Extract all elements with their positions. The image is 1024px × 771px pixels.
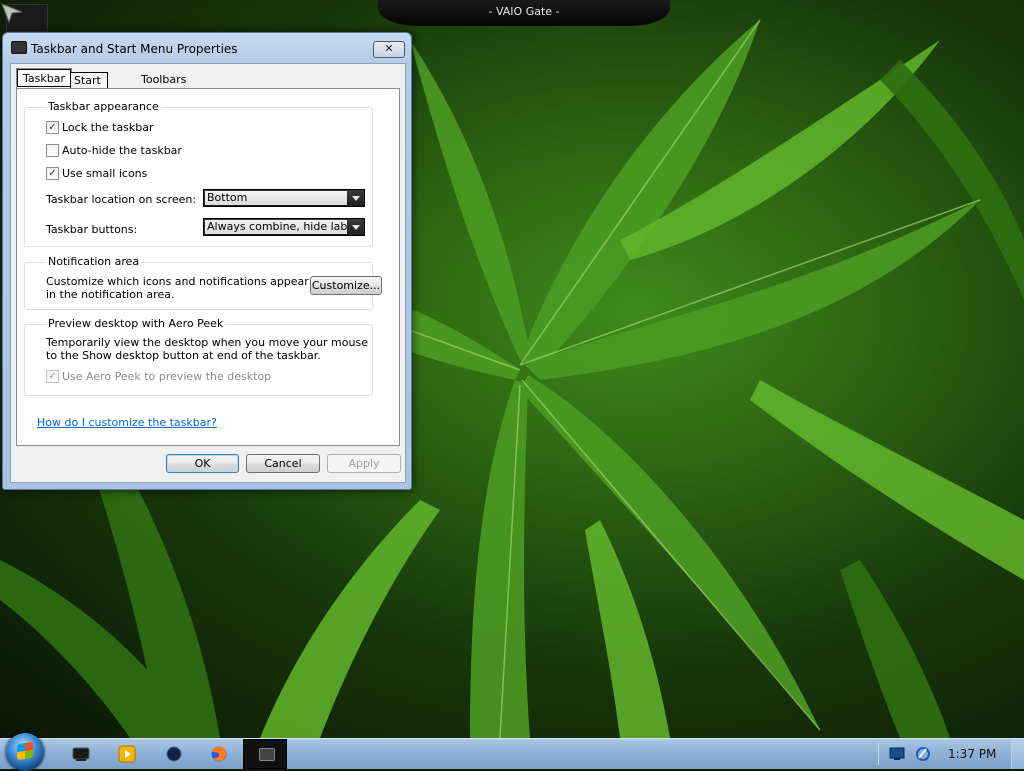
tab-taskbar[interactable]: Taskbar <box>16 68 72 88</box>
tray-separator <box>878 743 879 765</box>
taskbar-properties-dialog: Taskbar and Start Menu Properties ✕ Task… <box>2 32 412 490</box>
clock[interactable]: 1:37 PM <box>948 747 996 761</box>
taskbar-buttons-label: Taskbar buttons: <box>46 223 138 236</box>
chevron-down-icon <box>352 196 360 201</box>
show-desktop-button[interactable] <box>1011 739 1024 769</box>
taskbar-buttons-select[interactable]: Always combine, hide labels <box>203 218 365 236</box>
tab-toolbars[interactable]: Toolbars <box>138 72 189 87</box>
taskbar-location-value: Bottom <box>205 191 347 205</box>
cancel-button[interactable]: Cancel <box>246 454 320 473</box>
aero-peek-heading: Preview desktop with Aero Peek <box>46 317 226 330</box>
dialog-titlebar[interactable]: Taskbar and Start Menu Properties ✕ <box>3 33 411 61</box>
customize-button[interactable]: Customize... <box>310 276 382 295</box>
small-icons-label: Use small icons <box>62 167 148 180</box>
cancel-button-label: Cancel <box>264 457 302 470</box>
taskbar-location-select[interactable]: Bottom <box>203 189 365 207</box>
media-player-icon[interactable] <box>116 744 138 764</box>
circle-app-icon[interactable] <box>163 744 185 764</box>
start-button[interactable] <box>6 733 44 771</box>
notification-area-heading: Notification area <box>46 255 142 268</box>
close-icon: ✕ <box>384 42 394 55</box>
ok-button[interactable]: OK <box>166 454 239 473</box>
display-icon[interactable] <box>888 746 906 762</box>
dialog-title: Taskbar and Start Menu Properties <box>31 42 238 56</box>
taskbar-window-icon <box>11 41 27 54</box>
aero-peek-checkmark-icon: ✓ <box>46 370 59 383</box>
taskbar-window-icon <box>259 748 275 761</box>
vaio-gate-title: - VAIO Gate - <box>488 5 560 18</box>
taskbar-tab-panel: Taskbar appearance Taskbar appearance ✓ … <box>16 88 400 446</box>
terminal-icon[interactable] <box>70 744 92 764</box>
customize-button-label: Customize... <box>311 279 381 292</box>
apply-button[interactable]: Apply <box>327 454 401 473</box>
notification-area-description: Customize which icons and notifications … <box>46 275 309 301</box>
network-icon[interactable] <box>914 745 932 763</box>
vaio-gate-bar[interactable]: - VAIO Gate - <box>378 0 670 26</box>
apply-button-label: Apply <box>348 457 380 470</box>
aero-peek-description: Temporarily view the desktop when you mo… <box>46 336 368 362</box>
autohide-checkbox-box <box>46 144 59 157</box>
location-label: Taskbar location on screen: <box>46 193 197 206</box>
firefox-icon[interactable] <box>208 744 230 764</box>
tab-taskbar-label: Taskbar <box>23 72 65 85</box>
taskbar-appearance-heading-text: Taskbar appearance <box>46 100 161 113</box>
cursor-icon <box>1 3 23 24</box>
ok-button-label: OK <box>194 457 211 470</box>
lock-taskbar-checkmark-icon: ✓ <box>46 121 59 134</box>
close-button[interactable]: ✕ <box>373 41 405 58</box>
tab-start-menu[interactable]: Start Menu <box>70 72 109 102</box>
autohide-taskbar-label: Auto-hide the taskbar <box>62 144 182 157</box>
taskbar: 1:37 PM <box>0 733 1024 771</box>
tab-toolbars-label: Toolbars <box>141 73 187 86</box>
chevron-down-icon <box>352 225 360 230</box>
taskbar-buttons-value: Always combine, hide labels <box>205 220 347 234</box>
lock-taskbar-label: Lock the taskbar <box>62 121 154 134</box>
aero-peek-label: Use Aero Peek to preview the desktop <box>62 370 272 383</box>
small-icons-checkmark-icon: ✓ <box>46 167 59 180</box>
taskbar-active-window-button[interactable] <box>243 739 287 769</box>
dialog-client-area: Taskbar Start Menu Toolbars Taskbar appe… <box>10 63 406 483</box>
help-link[interactable]: How do I customize the taskbar? <box>37 416 217 429</box>
